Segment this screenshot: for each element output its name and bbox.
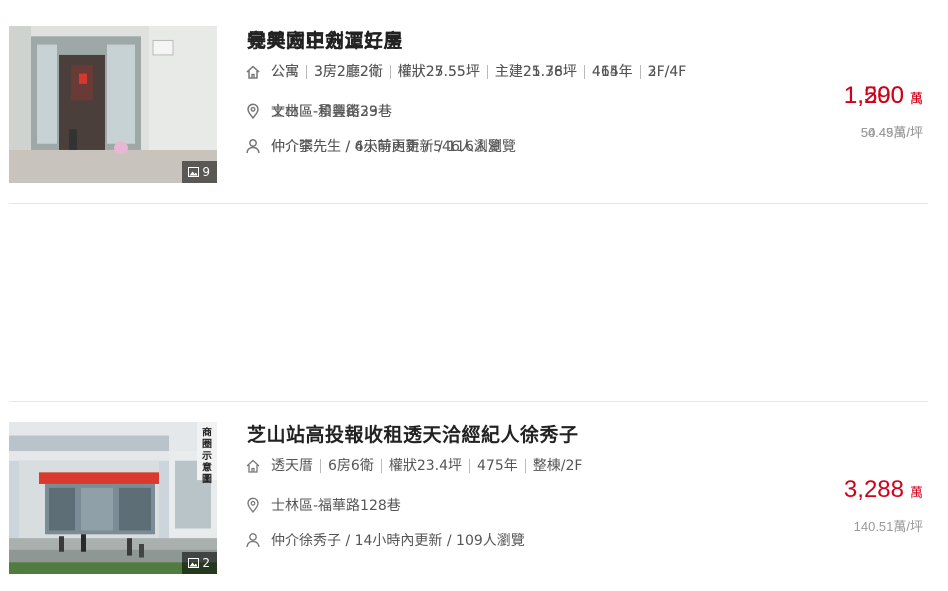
svg-text:圈: 圈 (202, 438, 212, 450)
listing-agent-info: 仲介徐秀子 / 14小時內更新 / 109人瀏覽 (271, 533, 525, 549)
listing-address: 士林區-福華路128巷 (271, 498, 401, 514)
price-unit: 萬 (909, 486, 923, 501)
divider (9, 203, 928, 204)
price-value: 1,290 (843, 82, 904, 109)
spec-floor: 整棟/2F (524, 459, 590, 473)
listing-card[interactable]: 商 圈 示 意 圖 2 芝山站高投報收租透天洽經紀人徐秀子 透天厝 6房6衛 權… (0, 394, 948, 591)
spec-deed-area: 權狀25.55坪 (389, 65, 487, 79)
user-icon (245, 532, 261, 548)
listing-address-row: 士林區-福華路128巷 (245, 495, 401, 515)
listing-unit-price: 50.49萬/坪 (860, 125, 923, 140)
photo-count: 2 (202, 556, 210, 570)
price-value: 3,288 (843, 476, 904, 503)
listing-specs: 公寓 3房2廳2衛 權狀25.55坪 主建21.36坪 415年 3F/4F (271, 65, 693, 79)
spec-main-area: 主建21.36坪 (486, 65, 584, 79)
listing-thumbnail[interactable]: 9 (9, 26, 217, 183)
listing-agent-info: 仲介李先生 / 4天前更新 / 546人瀏覽 (271, 139, 502, 155)
photo-count-badge: 9 (182, 161, 217, 183)
spec-floor: 3F/4F (639, 65, 694, 79)
image-icon (188, 558, 200, 568)
listing-address-row: 文山區-景興路23巷 (245, 101, 392, 121)
listing-card[interactable]: 9 景興國中方正三房 公寓 3房2廳2衛 權狀25.55坪 主建21.36坪 4… (0, 0, 948, 197)
doorway-photo (9, 26, 217, 183)
svg-text:圖: 圖 (202, 473, 212, 485)
user-icon (245, 138, 261, 154)
listing-specs-row: 公寓 3房2廳2衛 權狀25.55坪 主建21.36坪 415年 3F/4F (245, 64, 693, 80)
listing-agent-row: 仲介徐秀子 / 14小時內更新 / 109人瀏覽 (245, 530, 525, 550)
svg-text:意: 意 (202, 461, 212, 474)
listing-address: 文山區-景興路23巷 (271, 104, 392, 120)
spec-age: 415年 (583, 65, 640, 79)
price-unit: 萬 (909, 92, 923, 107)
svg-text:示: 示 (202, 450, 212, 462)
spec-layout: 3房2廳2衛 (306, 65, 390, 79)
listing-price: 3,288 萬 (844, 476, 923, 504)
map-pin-icon (245, 103, 261, 119)
home-icon (245, 64, 261, 80)
spec-type: 公寓 (271, 64, 299, 80)
spec-layout: 6房6衛 (320, 459, 381, 473)
listing-title[interactable]: 景興國中方正三房 (247, 26, 403, 53)
listing-unit-price: 140.51萬/坪 (853, 519, 923, 534)
listing-agent-row: 仲介李先生 / 4天前更新 / 546人瀏覽 (245, 136, 502, 156)
spec-age: 475年 (469, 459, 525, 473)
map-pin-icon (245, 497, 261, 513)
listing-specs: 透天厝 6房6衛 權狀23.4坪 475年 整棟/2F (271, 459, 589, 473)
listing-list: 7 完美方正劍潭好屋 公寓 3房2廳2衛 權狀27.55坪 主建25.78坪 4… (0, 0, 948, 579)
listing-price: 1,290 萬 (844, 82, 923, 110)
spec-deed-area: 權狀23.4坪 (380, 459, 469, 473)
photo-count-badge: 2 (182, 552, 217, 574)
spec-type: 透天厝 (271, 458, 313, 474)
divider (9, 401, 928, 402)
listing-specs-row: 透天厝 6房6衛 權狀23.4坪 475年 整棟/2F (245, 458, 589, 474)
home-icon (245, 458, 261, 474)
listing-title[interactable]: 芝山站高投報收租透天洽經紀人徐秀子 (247, 420, 579, 447)
photo-sign-text: 商 (202, 426, 212, 439)
listing-thumbnail[interactable]: 商 圈 示 意 圖 2 (9, 422, 217, 574)
photo-count: 9 (202, 165, 210, 179)
image-icon (188, 167, 200, 177)
